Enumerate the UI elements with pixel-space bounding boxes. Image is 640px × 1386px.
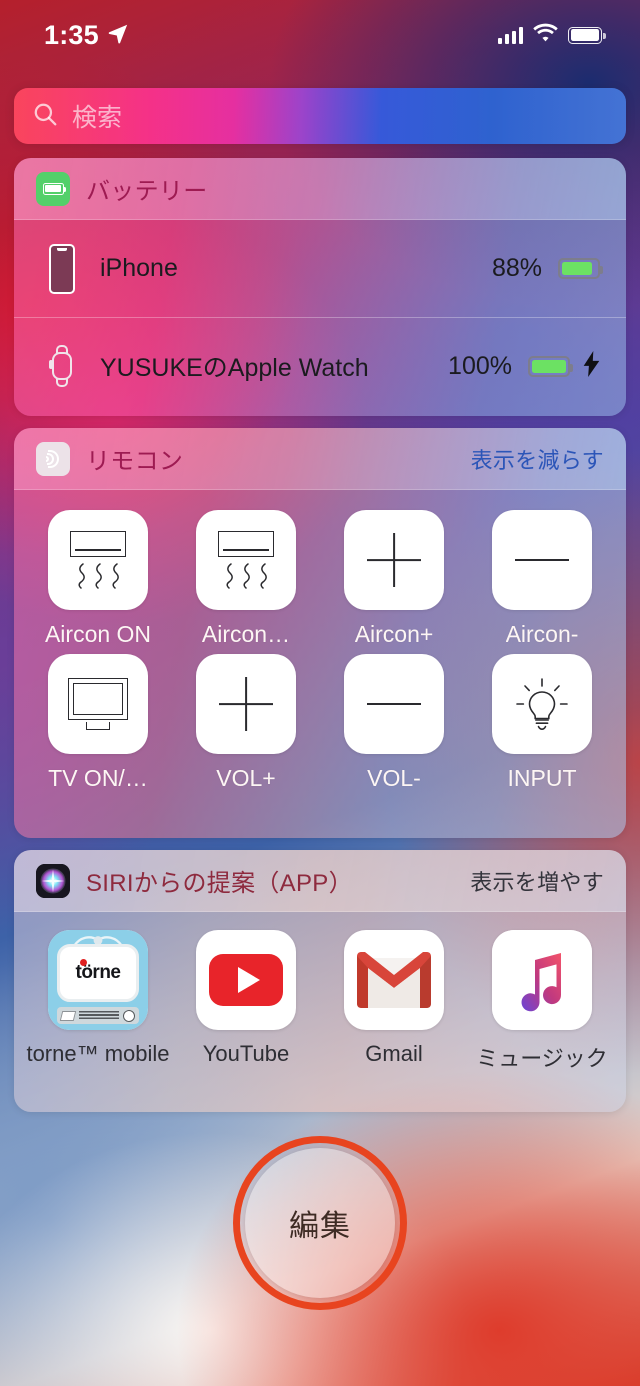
aircon-up-button[interactable] (344, 510, 444, 610)
wifi-icon (533, 23, 558, 47)
remote-tile-label: Aircon- (505, 621, 579, 647)
tv-power-button[interactable] (48, 654, 148, 754)
remote-tile[interactable]: Aircon ON (24, 510, 172, 648)
charging-bolt-icon (583, 350, 600, 382)
battery-widget: バッテリー iPhone 88% YUSUKEのApple Watch 100% (14, 158, 626, 416)
siri-app-label: Gmail (365, 1041, 423, 1066)
battery-full-icon (568, 26, 606, 44)
aircon-icon (216, 531, 276, 589)
aircon-on-button[interactable] (48, 510, 148, 610)
lightbulb-icon (513, 675, 571, 733)
remote-widget-header: リモコン 表示を減らす (14, 428, 626, 490)
location-arrow-icon (107, 22, 129, 49)
remote-tile[interactable]: Aircon+ (320, 510, 468, 648)
gmail-app-icon[interactable] (344, 930, 444, 1030)
remote-widget-title: リモコン (86, 448, 184, 475)
siri-app-label: YouTube (202, 1041, 290, 1066)
battery-level-indicator (528, 355, 573, 377)
remote-tile-label: Aircon… (201, 621, 291, 647)
siri-app-grid: tö rne torne™ mobile YouTube Gmail ミュージッ… (14, 912, 626, 1087)
siri-app-label: ミュージック (476, 1046, 608, 1071)
status-bar: 1:35 (0, 0, 640, 70)
input-button[interactable] (492, 654, 592, 754)
siri-icon (36, 863, 70, 898)
battery-device-name: iPhone (100, 254, 178, 282)
plus-icon (367, 533, 421, 587)
siri-widget-header: SIRIからの提案（APP） 表示を増やす (14, 850, 626, 912)
siri-widget-title: SIRIからの提案（APP） (86, 870, 353, 897)
remote-show-less-button[interactable]: 表示を減らす (471, 443, 604, 475)
siri-app-tile[interactable]: ミュージック (468, 930, 616, 1073)
edit-button-container: 編集 (0, 1136, 640, 1310)
search-bar[interactable]: 検索 (14, 88, 626, 144)
siri-app-tile[interactable]: YouTube (172, 930, 320, 1073)
battery-device-percent: 88% (491, 254, 542, 282)
apple-watch-icon (40, 344, 84, 388)
battery-level-indicator (558, 258, 603, 279)
plus-icon (219, 677, 273, 731)
battery-widget-title: バッテリー (86, 178, 208, 205)
minus-icon (515, 559, 569, 561)
search-icon (32, 101, 58, 132)
remote-button-grid: Aircon ON Aircon… Aircon+ Aircon- TV ON/… (14, 490, 626, 806)
apple-music-app-icon[interactable] (492, 930, 592, 1030)
status-bar-right (497, 23, 606, 47)
battery-widget-icon (36, 171, 70, 206)
remote-tile[interactable]: VOL- (320, 654, 468, 792)
iphone-icon (40, 243, 84, 294)
battery-device-row[interactable]: iPhone 88% (14, 220, 626, 317)
remote-tile-label: VOL- (367, 765, 421, 791)
aircon-off-button[interactable] (196, 510, 296, 610)
status-bar-left: 1:35 (44, 20, 129, 51)
remote-tile-label: VOL+ (216, 765, 276, 791)
remote-tile[interactable]: INPUT (468, 654, 616, 792)
edit-button-label: 編集 (289, 1210, 351, 1243)
siri-suggestions-widget: SIRIからの提案（APP） 表示を増やす tö rne torne™ mobil… (14, 850, 626, 1112)
battery-device-row[interactable]: YUSUKEのApple Watch 100% (14, 317, 626, 414)
siri-app-tile[interactable]: Gmail (320, 930, 468, 1073)
youtube-app-icon[interactable] (196, 930, 296, 1030)
battery-widget-header: バッテリー (14, 158, 626, 220)
battery-device-name: YUSUKEのApple Watch (100, 354, 369, 382)
remote-tile[interactable]: Aircon- (468, 510, 616, 648)
remote-tile[interactable]: TV ON/… (24, 654, 172, 792)
edit-button[interactable]: 編集 (233, 1136, 407, 1310)
siri-show-more-button[interactable]: 表示を増やす (470, 865, 604, 897)
remote-signal-icon (36, 441, 70, 476)
remote-tile-label: Aircon+ (354, 621, 434, 647)
battery-device-percent: 100% (448, 351, 512, 380)
aircon-icon (68, 531, 128, 589)
remote-tile-label: Aircon ON (44, 621, 152, 647)
remote-tile[interactable]: VOL+ (172, 654, 320, 792)
volume-down-button[interactable] (344, 654, 444, 754)
torne-app-icon[interactable]: tö rne (48, 930, 148, 1030)
search-input-placeholder: 検索 (72, 104, 123, 132)
status-bar-clock: 1:35 (44, 19, 99, 50)
remote-widget: リモコン 表示を減らす Aircon ON Aircon… Aircon+ Ai… (14, 428, 626, 838)
minus-icon (367, 703, 421, 705)
remote-tile-label: TV ON/… (48, 765, 148, 791)
volume-up-button[interactable] (196, 654, 296, 754)
aircon-down-button[interactable] (492, 510, 592, 610)
cellular-signal-icon (497, 26, 523, 44)
siri-app-label: torne™ mobile (26, 1041, 170, 1066)
television-icon (68, 678, 128, 730)
remote-tile[interactable]: Aircon… (172, 510, 320, 648)
remote-tile-label: INPUT (507, 765, 577, 791)
siri-app-tile[interactable]: tö rne torne™ mobile (24, 930, 172, 1073)
